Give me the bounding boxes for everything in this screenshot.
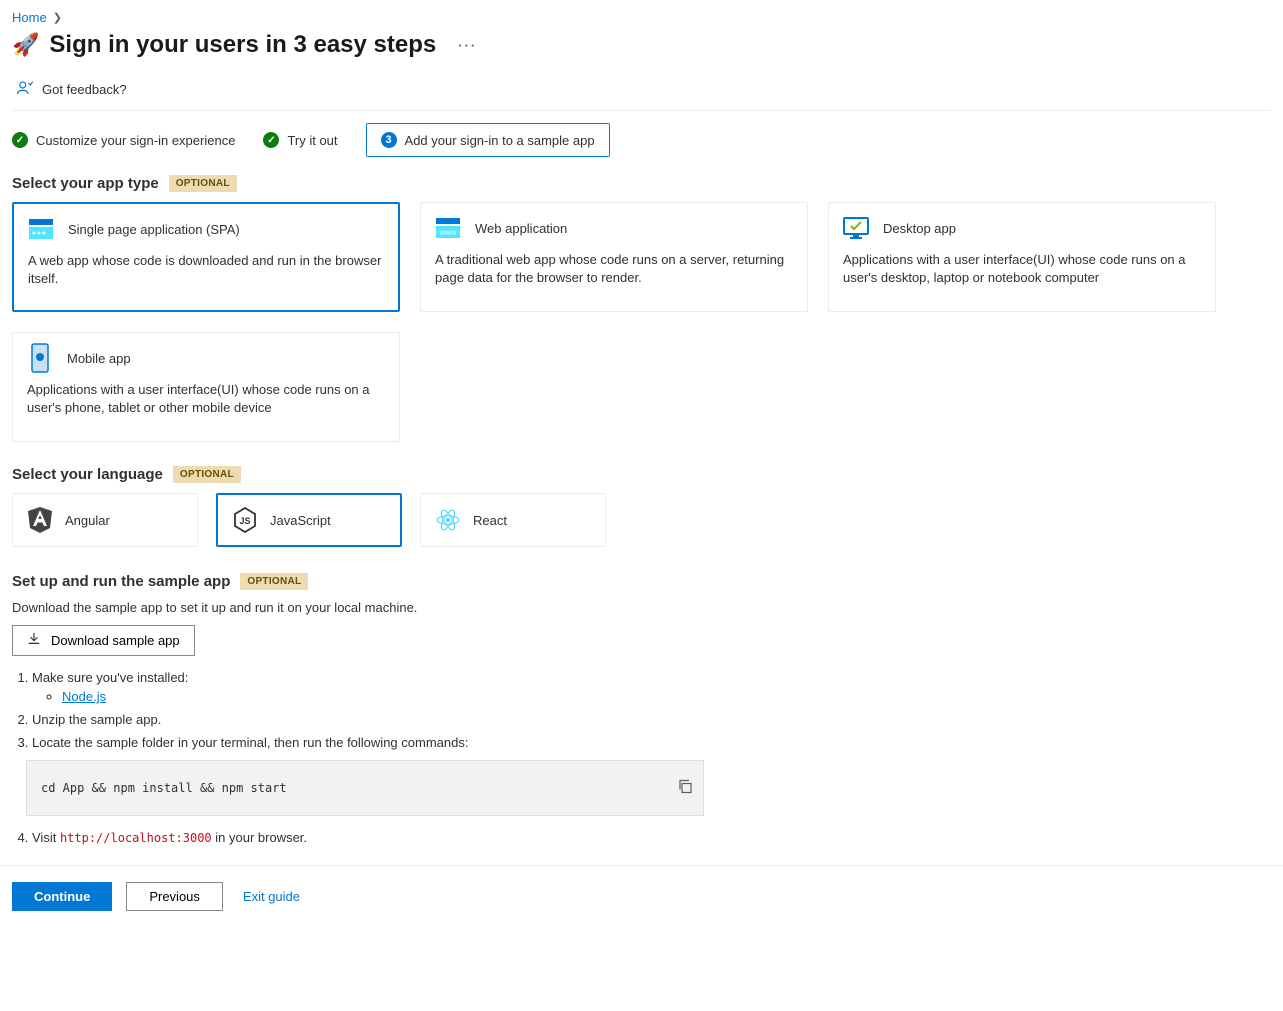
svg-text:WWW: WWW (440, 231, 457, 237)
exit-guide-link[interactable]: Exit guide (243, 889, 300, 904)
setup-step-3: Locate the sample folder in your termina… (32, 735, 1271, 750)
nodejs-link[interactable]: Node.js (62, 689, 106, 704)
copy-button[interactable] (677, 779, 693, 798)
setup-step-1: Make sure you've installed: Node.js (32, 670, 1271, 704)
language-label: Angular (65, 513, 110, 528)
optional-badge: OPTIONAL (173, 466, 241, 483)
react-icon (435, 507, 461, 533)
app-type-card-mobile[interactable]: Mobile app Applications with a user inte… (12, 332, 400, 442)
feedback-label: Got feedback? (42, 82, 127, 97)
download-sample-button[interactable]: Download sample app (12, 625, 195, 656)
card-desc: Applications with a user interface(UI) w… (27, 381, 385, 416)
optional-badge: OPTIONAL (169, 175, 237, 192)
section-title-setup: Set up and run the sample app (12, 573, 230, 590)
step-2-label: Try it out (287, 133, 337, 148)
rocket-icon: 🚀 (12, 32, 39, 58)
command-code-block: cd App && npm install && npm start (26, 760, 704, 816)
optional-badge: OPTIONAL (240, 573, 308, 590)
app-type-cards: Single page application (SPA) A web app … (12, 202, 1271, 442)
feedback-icon (16, 79, 34, 100)
card-title: Single page application (SPA) (68, 222, 240, 237)
language-options: Angular JS JavaScript React (12, 493, 1271, 547)
card-title: Mobile app (67, 351, 131, 366)
spa-icon (28, 216, 54, 242)
breadcrumb-home-link[interactable]: Home (12, 10, 47, 25)
section-header-setup: Set up and run the sample app OPTIONAL (12, 573, 1271, 590)
previous-button[interactable]: Previous (126, 882, 223, 911)
language-card-angular[interactable]: Angular (12, 493, 198, 547)
breadcrumb: Home ❯ (12, 10, 1271, 25)
step-3-label: Add your sign-in to a sample app (405, 133, 595, 148)
page-title: Sign in your users in 3 easy steps (49, 31, 436, 59)
language-card-javascript[interactable]: JS JavaScript (216, 493, 402, 547)
more-menu-button[interactable]: ··· (458, 38, 477, 53)
continue-button[interactable]: Continue (12, 882, 112, 911)
setup-step-4: Visit http://localhost:3000 in your brow… (32, 830, 1271, 845)
step-2[interactable]: ✓ Try it out (263, 132, 337, 148)
download-icon (27, 632, 41, 649)
card-title: Desktop app (883, 221, 956, 236)
check-icon: ✓ (12, 132, 28, 148)
app-type-card-web[interactable]: WWW Web application A traditional web ap… (420, 202, 808, 312)
web-app-icon: WWW (435, 215, 461, 241)
section-title-language: Select your language (12, 466, 163, 483)
language-card-react[interactable]: React (420, 493, 606, 547)
svg-text:JS: JS (239, 516, 250, 526)
setup-steps-list-cont: Visit http://localhost:3000 in your brow… (12, 830, 1271, 845)
footer-actions: Continue Previous Exit guide (0, 865, 1283, 927)
check-icon: ✓ (263, 132, 279, 148)
mobile-icon (27, 345, 53, 371)
step-tracker: ✓ Customize your sign-in experience ✓ Tr… (12, 123, 1271, 157)
setup-step-2: Unzip the sample app. (32, 712, 1271, 727)
javascript-icon: JS (232, 507, 258, 533)
desktop-icon (843, 215, 869, 241)
setup-steps-list: Make sure you've installed: Node.js Unzi… (12, 670, 1271, 750)
setup-description: Download the sample app to set it up and… (12, 600, 1271, 615)
step-number-badge: 3 (381, 132, 397, 148)
step-3[interactable]: 3 Add your sign-in to a sample app (366, 123, 610, 157)
localhost-url: http://localhost:3000 (60, 831, 212, 845)
feedback-bar[interactable]: Got feedback? (12, 73, 1271, 111)
card-desc: Applications with a user interface(UI) w… (843, 251, 1201, 286)
card-desc: A traditional web app whose code runs on… (435, 251, 793, 286)
language-label: JavaScript (270, 513, 331, 528)
step-1-label: Customize your sign-in experience (36, 133, 235, 148)
download-button-label: Download sample app (51, 633, 180, 648)
angular-icon (27, 507, 53, 533)
section-header-app-type: Select your app type OPTIONAL (12, 175, 1271, 192)
app-type-card-desktop[interactable]: Desktop app Applications with a user int… (828, 202, 1216, 312)
page-title-row: 🚀 Sign in your users in 3 easy steps ··· (12, 31, 1271, 59)
card-desc: A web app whose code is downloaded and r… (28, 252, 384, 287)
section-title-app-type: Select your app type (12, 175, 159, 192)
step-1[interactable]: ✓ Customize your sign-in experience (12, 132, 235, 148)
chevron-right-icon: ❯ (53, 11, 62, 24)
section-header-language: Select your language OPTIONAL (12, 466, 1271, 483)
app-type-card-spa[interactable]: Single page application (SPA) A web app … (12, 202, 400, 312)
card-title: Web application (475, 221, 567, 236)
language-label: React (473, 513, 507, 528)
command-text: cd App && npm install && npm start (41, 781, 287, 795)
